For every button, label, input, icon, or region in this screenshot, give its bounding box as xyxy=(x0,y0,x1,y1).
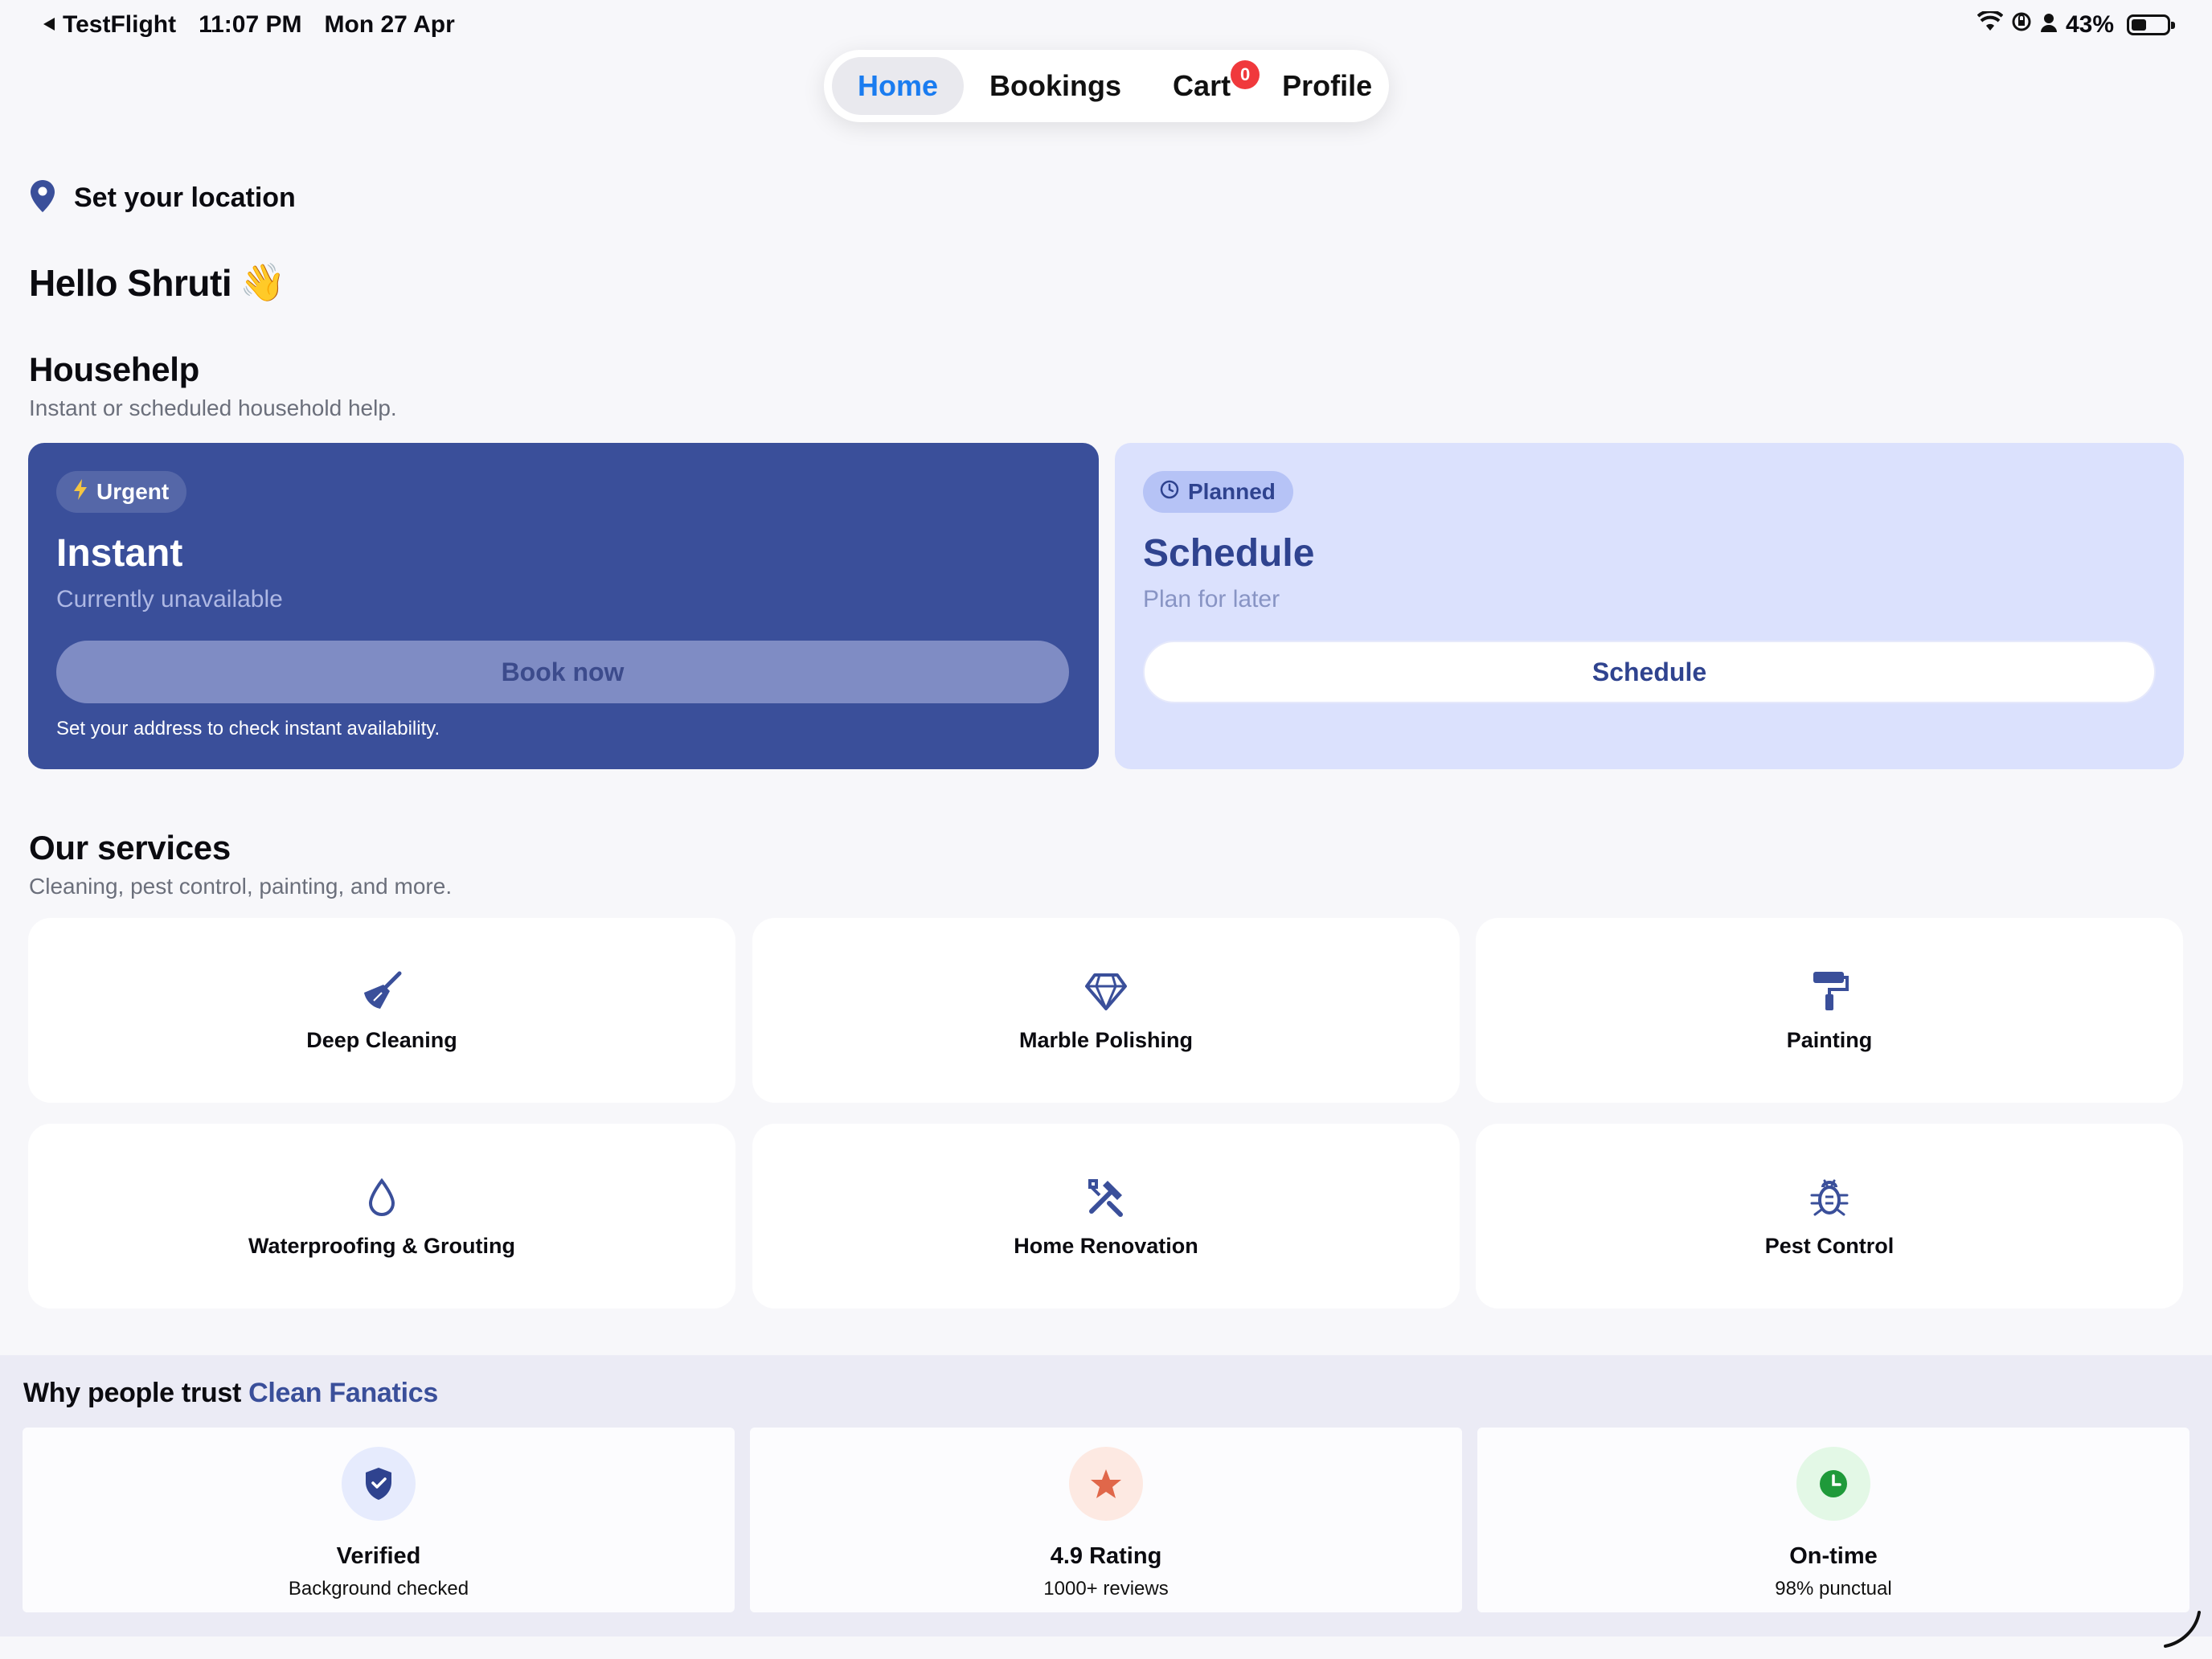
tab-cart[interactable]: Cart 0 xyxy=(1173,57,1260,115)
tools-icon xyxy=(1083,1174,1129,1219)
trust-brand-name: Clean Fanatics xyxy=(248,1378,438,1408)
location-pin-icon xyxy=(29,178,56,218)
broom-icon xyxy=(359,969,404,1014)
trust-title-prefix: Why people trust xyxy=(23,1378,241,1408)
schedule-subtitle: Plan for later xyxy=(1143,586,1280,612)
instant-availability-note: Set your address to check instant availa… xyxy=(56,718,440,739)
clock-icon xyxy=(1159,479,1180,506)
trust-title: Why people trust Clean Fanatics xyxy=(23,1378,438,1409)
book-now-button[interactable]: Book now xyxy=(56,641,1069,703)
lightning-icon xyxy=(72,478,88,506)
battery-percent: 43% xyxy=(2065,11,2114,38)
status-bar: TestFlight 11:07 PM Mon 27 Apr 43% xyxy=(0,0,2212,51)
urgent-chip-label: Urgent xyxy=(96,479,170,504)
service-card-home-renovation[interactable]: Home Renovation xyxy=(752,1124,1460,1309)
wifi-icon xyxy=(1976,10,2004,39)
services-title: Our services xyxy=(29,829,231,866)
urgent-chip: Urgent xyxy=(56,471,187,513)
tab-bookings[interactable]: Bookings xyxy=(989,57,1121,115)
tab-profile[interactable]: Profile xyxy=(1282,57,1372,115)
waving-hand-emoji: 👋 xyxy=(240,261,285,303)
service-label: Pest Control xyxy=(1764,1233,1895,1258)
schedule-button[interactable]: Schedule xyxy=(1143,641,2156,703)
shield-check-icon xyxy=(342,1447,416,1521)
planned-chip-label: Planned xyxy=(1188,479,1276,504)
person-icon xyxy=(2040,11,2058,39)
status-time: 11:07 PM xyxy=(199,11,302,38)
trust-label: Verified xyxy=(336,1543,421,1569)
instant-subtitle: Currently unavailable xyxy=(56,586,283,612)
orientation-lock-icon xyxy=(2011,11,2032,39)
bug-icon xyxy=(1807,1174,1852,1219)
water-drop-icon xyxy=(359,1174,404,1219)
trust-section: Why people trust Clean Fanatics Verified… xyxy=(0,1355,2212,1636)
tab-home-label: Home xyxy=(858,69,939,102)
tab-home[interactable]: Home xyxy=(832,57,965,115)
trust-sub: 98% punctual xyxy=(1775,1578,1892,1600)
tab-bookings-label: Bookings xyxy=(989,69,1122,102)
service-label: Home Renovation xyxy=(1014,1233,1198,1258)
trust-sub: Background checked xyxy=(288,1578,469,1600)
services-subtitle: Cleaning, pest control, painting, and mo… xyxy=(29,874,453,899)
tab-cart-label: Cart xyxy=(1173,69,1231,102)
location-label: Set your location xyxy=(74,182,296,213)
service-card-pest-control[interactable]: Pest Control xyxy=(1476,1124,2183,1309)
service-card-marble-polishing[interactable]: Marble Polishing xyxy=(752,918,1460,1103)
service-card-deep-cleaning[interactable]: Deep Cleaning xyxy=(28,918,735,1103)
paint-roller-icon xyxy=(1807,969,1852,1014)
trust-label: On-time xyxy=(1789,1543,1878,1569)
diamond-icon xyxy=(1083,969,1129,1014)
scroll-indicator xyxy=(2157,1604,2206,1653)
service-label: Waterproofing & Grouting xyxy=(248,1233,515,1258)
tab-profile-label: Profile xyxy=(1282,69,1373,102)
battery-icon xyxy=(2127,14,2175,35)
back-app-label: TestFlight xyxy=(63,11,177,38)
service-label: Deep Cleaning xyxy=(306,1027,457,1052)
trust-label: 4.9 Rating xyxy=(1050,1543,1162,1569)
instant-card: Urgent Instant Currently unavailable Boo… xyxy=(28,443,1099,769)
planned-chip: Planned xyxy=(1143,471,1293,513)
trust-sub: 1000+ reviews xyxy=(1043,1578,1169,1600)
top-navigation: Home Bookings Cart 0 Profile xyxy=(824,50,1389,122)
househelp-subtitle: Instant or scheduled household help. xyxy=(29,395,397,420)
clock-icon xyxy=(1796,1447,1870,1521)
schedule-title: Schedule xyxy=(1143,532,1315,575)
instant-title: Instant xyxy=(56,532,183,575)
service-label: Marble Polishing xyxy=(1018,1027,1194,1052)
back-arrow-icon xyxy=(42,11,56,39)
trust-card-verified: Verified Background checked xyxy=(23,1428,735,1612)
cart-count-badge: 0 xyxy=(1231,60,1260,89)
schedule-card: Planned Schedule Plan for later Schedule xyxy=(1115,443,2184,769)
set-location-button[interactable]: Set your location xyxy=(29,178,296,218)
service-card-waterproofing[interactable]: Waterproofing & Grouting xyxy=(28,1124,735,1309)
greeting-text: Hello Shruti xyxy=(29,261,232,304)
service-label: Painting xyxy=(1786,1027,1873,1052)
status-date: Mon 27 Apr xyxy=(324,11,455,38)
star-icon xyxy=(1069,1447,1143,1521)
trust-card-on-time: On-time 98% punctual xyxy=(1477,1428,2189,1612)
greeting-heading: Hello Shruti 👋 xyxy=(29,260,285,305)
back-to-app-button[interactable]: TestFlight xyxy=(42,11,176,39)
trust-card-rating: 4.9 Rating 1000+ reviews xyxy=(750,1428,1462,1612)
househelp-title: Househelp xyxy=(29,350,199,388)
service-card-painting[interactable]: Painting xyxy=(1476,918,2183,1103)
